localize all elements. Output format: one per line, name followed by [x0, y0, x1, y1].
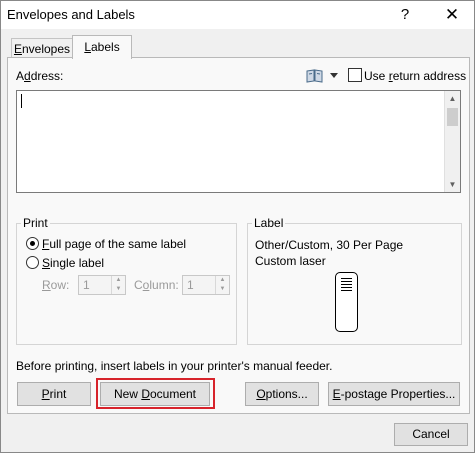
cancel-button[interactable]: Cancel [394, 423, 468, 446]
label-group-title: Label [252, 216, 286, 230]
close-button[interactable]: ✕ [442, 5, 462, 25]
printer-info-text: Before printing, insert labels in your p… [16, 359, 333, 373]
envelopes-labels-dialog: Envelopes and Labels ? ✕ Envelopes Label… [0, 0, 475, 453]
address-scrollbar[interactable]: ▲ ▼ [444, 91, 460, 192]
scroll-down-arrow-icon[interactable]: ▼ [445, 177, 460, 192]
label-product-name: Other/Custom, 30 Per Page [255, 238, 404, 252]
chevron-down-icon [330, 73, 338, 78]
row-label: Row: [42, 278, 70, 292]
row-value: 1 [83, 278, 90, 292]
title-bar: Envelopes and Labels ? ✕ [1, 1, 474, 29]
radio-selected-dot [30, 241, 35, 246]
help-button[interactable]: ? [395, 5, 415, 25]
address-book-icon [306, 69, 323, 83]
label-product-type: Custom laser [255, 254, 326, 268]
label-preview-icon[interactable] [335, 272, 358, 332]
column-label: Column: [134, 278, 179, 292]
print-group-title: Print [21, 216, 50, 230]
column-spin-arrows-icon[interactable]: ▲ ▼ [215, 276, 229, 294]
use-return-address-label: Use return address [364, 69, 467, 83]
row-spin-arrows-icon[interactable]: ▲ ▼ [111, 276, 125, 294]
single-label-radio[interactable] [26, 256, 39, 269]
print-button[interactable]: Print [17, 382, 91, 406]
scroll-up-arrow-icon[interactable]: ▲ [445, 91, 460, 106]
dialog-title: Envelopes and Labels [7, 7, 135, 22]
tab-labels[interactable]: Labels [72, 35, 132, 59]
new-document-highlight [96, 378, 215, 409]
address-label: Address: [16, 69, 64, 83]
label-preview-lines [341, 278, 352, 293]
full-page-label: Full page of the same label [42, 237, 187, 251]
address-textarea[interactable]: ▲ ▼ [16, 90, 461, 193]
row-spinner[interactable]: 1 ▲ ▼ [78, 275, 126, 295]
use-return-address-checkbox[interactable] [348, 68, 362, 82]
full-page-radio[interactable] [26, 237, 39, 250]
column-value: 1 [187, 278, 194, 292]
tab-envelopes[interactable]: Envelopes [11, 38, 73, 59]
address-book-button[interactable] [306, 68, 340, 84]
text-caret [21, 94, 22, 108]
single-label-label: Single label [42, 256, 105, 270]
scroll-thumb[interactable] [447, 108, 458, 126]
epostage-properties-button[interactable]: E-postage Properties... [328, 382, 460, 406]
column-spinner[interactable]: 1 ▲ ▼ [182, 275, 230, 295]
options-button[interactable]: Options... [245, 382, 319, 406]
